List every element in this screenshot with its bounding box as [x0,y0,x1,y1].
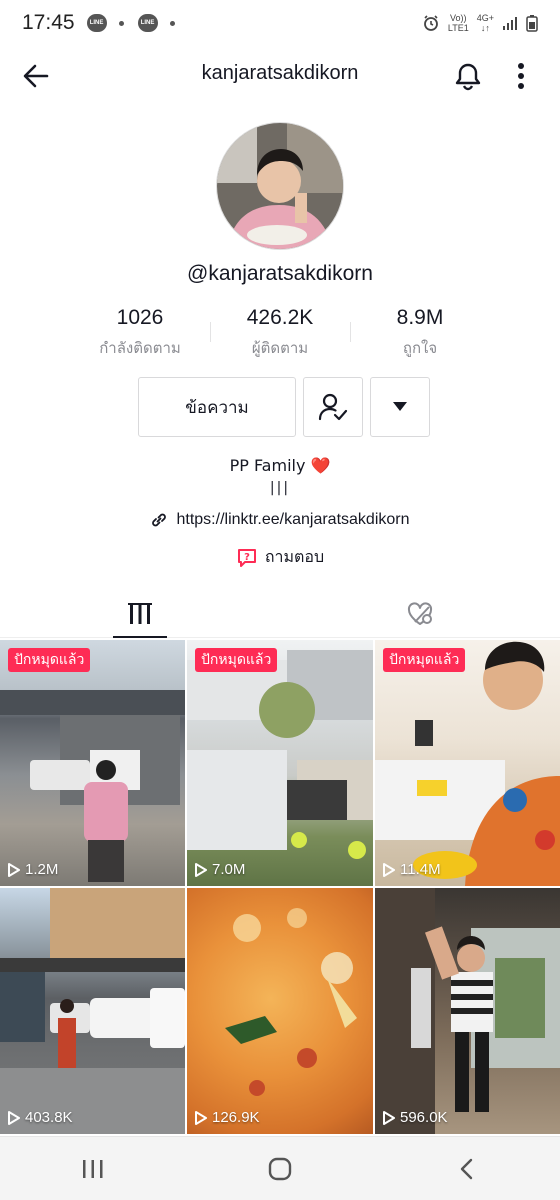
volte-indicator: Vo)) LTE1 [447,13,469,33]
status-time: 17:45 [22,11,75,34]
view-count: 596.0K [383,1109,448,1126]
thumbnail-image [375,888,560,1134]
svg-text:?: ? [244,552,250,563]
profile-stats: 1026 กำลังติดตาม 426.2K ผู้ติดตาม 8.9M ถ… [70,306,490,360]
back-arrow-icon [23,64,49,88]
profile-handle: @kanjaratsakdikorn [187,262,373,285]
profile-bio: PP Family ❤️ ||| [0,455,560,499]
user-check-icon [318,393,348,421]
stat-label: ผู้ติดตาม [251,339,309,357]
system-back-button[interactable] [427,1145,507,1193]
view-count: 1.2M [8,861,58,878]
video-thumbnail[interactable]: 126.9K [187,888,373,1134]
bio-line: PP Family ❤️ [229,456,331,475]
pinned-tag: ปักหมุดแล้ว [383,648,466,672]
stat-following[interactable]: 1026 กำลังติดตาม [70,306,210,360]
pinned-tag: ปักหมุดแล้ว [8,648,91,672]
suggested-accounts-dropdown[interactable] [370,377,430,437]
thumbnail-image [0,690,185,882]
view-count: 403.8K [8,1109,73,1126]
dot-separator [118,20,124,26]
play-icon [383,862,395,877]
system-navigation-bar [0,1136,560,1200]
bell-icon [455,63,481,91]
back-button[interactable] [18,58,54,94]
video-thumbnail[interactable]: 403.8K [0,888,185,1134]
play-icon [8,862,20,877]
thumbnail-image [187,650,373,859]
video-thumbnail[interactable]: 596.0K [375,888,560,1134]
status-indicators: Vo)) LTE1 4G+ ↓↑ [422,13,538,33]
profile-actions: ข้อความ [138,377,430,437]
video-grid: ปักหมุดแล้ว 1.2M ปักหมุดแล้ว 7.0M ปักหมุ… [0,640,560,1134]
view-count: 126.9K [195,1109,260,1126]
back-icon [460,1158,472,1179]
video-thumbnail[interactable]: ปักหมุดแล้ว 7.0M [187,640,373,886]
avatar-image [217,123,343,249]
recent-apps-button[interactable] [53,1145,133,1193]
caret-down-icon [393,402,407,411]
tab-videos[interactable] [0,590,280,638]
thumbnail-image [225,908,357,1096]
view-count: 7.0M [195,861,245,878]
network-type: 4G+ ↓↑ [476,13,494,33]
line-notification-icon: LINE [137,14,158,32]
avatar[interactable] [216,122,344,250]
stat-followers[interactable]: 426.2K ผู้ติดตาม [210,306,350,360]
bio-link[interactable]: https://linktr.ee/kanjaratsakdikorn [0,511,560,529]
video-thumbnail[interactable]: ปักหมุดแล้ว 1.2M [0,640,185,886]
play-icon [8,1110,20,1125]
signal-icon [503,17,517,30]
battery-icon [526,15,538,32]
stat-value: 1026 [116,306,164,329]
qa-label: ถามตอบ [264,547,325,566]
home-button[interactable] [240,1145,320,1193]
thumbnail-image [0,888,185,1134]
stat-label: กำลังติดตาม [99,339,181,357]
stat-value: 8.9M [396,306,444,329]
play-icon [383,1110,395,1125]
more-options-button[interactable] [506,58,536,94]
stat-label: ถูกใจ [402,339,438,357]
grid-icon [128,602,152,624]
play-icon [195,1110,207,1125]
view-count: 11.4M [383,861,441,878]
status-bar: 17:45 LINE LINE Vo)) LTE1 4G+ ↓↑ [0,0,560,46]
qa-link[interactable]: ? ถามตอบ [0,545,560,570]
more-vertical-icon [518,63,524,89]
stat-likes[interactable]: 8.9M ถูกใจ [350,306,490,360]
stat-value: 426.2K [246,306,314,329]
video-thumbnail[interactable]: ปักหมุดแล้ว 11.4M [375,640,560,886]
message-button[interactable]: ข้อความ [138,377,296,437]
thumbnail-image [375,641,560,886]
link-text: https://linktr.ee/kanjaratsakdikorn [176,511,410,528]
following-status-button[interactable] [303,377,363,437]
content-tabs [0,590,560,638]
dot-separator [169,20,175,26]
notifications-button[interactable] [450,58,486,94]
recent-apps-icon [83,1159,103,1178]
pinned-tag: ปักหมุดแล้ว [195,648,278,672]
line-notification-icon: LINE [86,14,107,32]
liked-heart-icon [407,601,433,625]
profile-header: kanjaratsakdikorn [0,46,560,104]
question-bubble-icon: ? [237,548,256,567]
alarm-icon [423,15,438,31]
link-icon [152,513,167,527]
tab-liked[interactable] [280,590,560,637]
bio-line: ||| [269,480,291,496]
home-icon [268,1157,292,1180]
play-icon [195,862,207,877]
